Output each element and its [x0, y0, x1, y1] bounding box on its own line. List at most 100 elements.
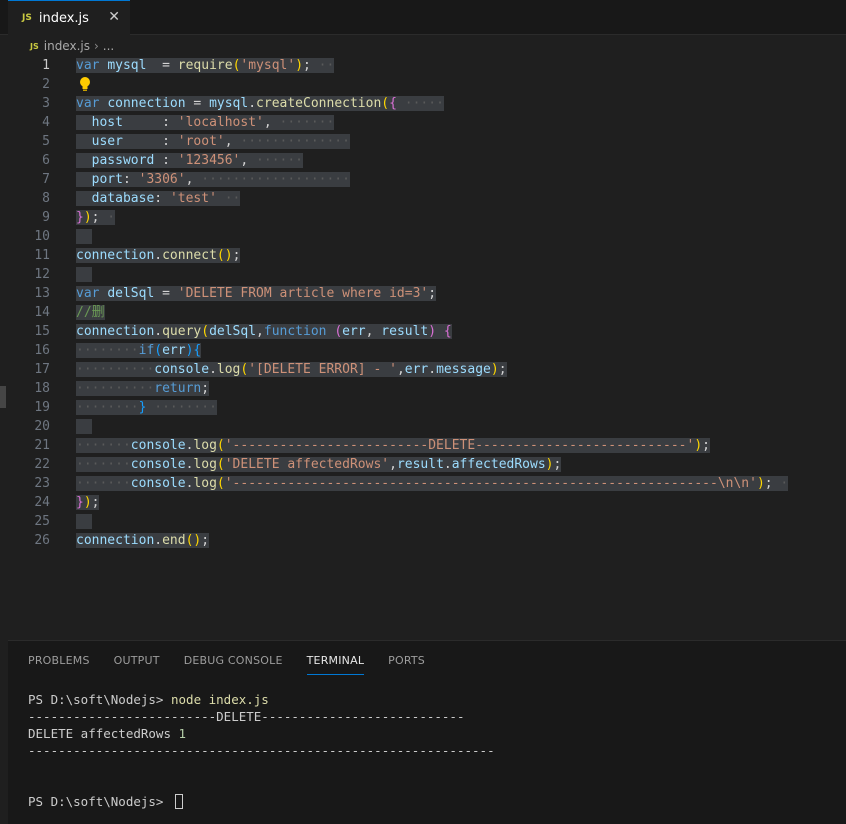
- line-number: 17: [34, 362, 50, 377]
- selection-highlight: var connection = mysql.createConnection(…: [76, 96, 444, 111]
- code-line[interactable]: 23 ·······console.log('------------------…: [8, 474, 846, 493]
- code-text: ········} ········: [76, 398, 217, 417]
- editor-tab-bar: JS index.js ✕: [0, 0, 846, 35]
- selection-highlight: ·······console.log('--------------------…: [76, 476, 789, 491]
- code-text: user : 'root', ··············: [76, 132, 350, 151]
- line-number: 10: [34, 229, 50, 244]
- code-line[interactable]: 13 var delSql = 'DELETE FROM article wher…: [8, 284, 846, 303]
- tab-debug-console[interactable]: DEBUG CONSOLE: [184, 653, 283, 675]
- line-number: 9: [42, 210, 50, 225]
- code-text: ·······console.log('--------------------…: [76, 474, 789, 493]
- chevron-right-icon: ›: [93, 39, 99, 53]
- code-line[interactable]: 17 ··········console.log('[DELETE ERROR] …: [8, 360, 846, 379]
- code-text: [76, 227, 92, 246]
- selection-highlight: ··········return;: [76, 381, 210, 396]
- selection-highlight: ·······console.log('DELETE affectedRows'…: [76, 457, 562, 472]
- code-text: password : '123456', ······: [76, 151, 304, 170]
- javascript-file-icon: JS: [22, 13, 32, 23]
- line-number: 22: [34, 457, 50, 472]
- code-line[interactable]: 11 connection.connect();: [8, 246, 846, 265]
- line-number: 4: [42, 115, 50, 130]
- line-number: 15: [34, 324, 50, 339]
- line-number: 2: [42, 77, 50, 92]
- code-line[interactable]: 1 var mysql = require('mysql'); ··: [8, 56, 846, 75]
- code-text: ··········console.log('[DELETE ERROR] - …: [76, 360, 507, 379]
- code-line[interactable]: 14 //删: [8, 303, 846, 322]
- code-line[interactable]: 8 database: 'test' ··: [8, 189, 846, 208]
- line-number: 5: [42, 134, 50, 149]
- code-text: var delSql = 'DELETE FROM article where …: [76, 284, 437, 303]
- code-text: ·······console.log('DELETE affectedRows'…: [76, 455, 562, 474]
- tab-ports[interactable]: PORTS: [388, 653, 425, 675]
- code-text: port: '3306', ···················: [76, 170, 350, 189]
- selection-highlight: user : 'root', ··············: [76, 134, 350, 149]
- line-number: 11: [34, 248, 50, 263]
- code-line[interactable]: 10: [8, 227, 846, 246]
- code-line[interactable]: 12: [8, 265, 846, 284]
- bottom-panel: PROBLEMS OUTPUT DEBUG CONSOLE TERMINAL PORTS…: [8, 640, 846, 824]
- line-number: 8: [42, 191, 50, 206]
- line-number: 14: [34, 305, 50, 320]
- selection-highlight: });: [76, 495, 100, 510]
- tab-problems[interactable]: PROBLEMS: [28, 653, 90, 675]
- code-text: });: [76, 493, 100, 512]
- code-line[interactable]: 3 var connection = mysql.createConnection…: [8, 94, 846, 113]
- selection-highlight: ·······console.log('--------------------…: [76, 438, 710, 453]
- code-text: [76, 417, 92, 436]
- line-number: 7: [42, 172, 50, 187]
- code-text: var connection = mysql.createConnection(…: [76, 94, 444, 113]
- lightbulb-icon[interactable]: [78, 75, 92, 94]
- code-editor[interactable]: 1 var mysql = require('mysql'); ·· 2 3 var c…: [8, 56, 846, 640]
- code-text: connection.end();: [76, 531, 210, 550]
- code-line[interactable]: 7 port: '3306', ···················: [8, 170, 846, 189]
- code-line[interactable]: 4 host : 'localhost', ·······: [8, 113, 846, 132]
- code-text: connection.query(delSql,function (err, r…: [76, 322, 452, 341]
- code-line[interactable]: 20: [8, 417, 846, 436]
- code-line[interactable]: 5 user : 'root', ··············: [8, 132, 846, 151]
- code-line[interactable]: 16 ········if(err){: [8, 341, 846, 360]
- terminal-cursor: [175, 794, 183, 809]
- code-text: connection.connect();: [76, 246, 241, 265]
- line-number: 16: [34, 343, 50, 358]
- code-line[interactable]: 6 password : '123456', ······: [8, 151, 846, 170]
- code-text: [76, 512, 92, 531]
- breadcrumb-more[interactable]: ...: [103, 39, 114, 53]
- line-number: 1: [42, 58, 50, 73]
- terminal-output[interactable]: PS D:\soft\Nodejs> node index.js -------…: [28, 691, 495, 810]
- selection-highlight: [76, 229, 92, 244]
- selection-highlight: port: '3306', ···················: [76, 172, 350, 187]
- close-icon[interactable]: ✕: [108, 9, 120, 25]
- code-line[interactable]: 2: [8, 75, 846, 94]
- tab-terminal[interactable]: TERMINAL: [306, 653, 365, 675]
- line-number: 26: [34, 533, 50, 548]
- tab-index-js[interactable]: JS index.js ✕: [8, 0, 130, 35]
- code-line[interactable]: 25: [8, 512, 846, 531]
- panel-tab-bar: PROBLEMS OUTPUT DEBUG CONSOLE TERMINAL PORTS: [28, 653, 449, 677]
- code-line[interactable]: 9 }); ·: [8, 208, 846, 227]
- selection-highlight: ········if(err){: [76, 343, 202, 358]
- selection-highlight: [76, 267, 92, 282]
- selection-highlight: connection.connect();: [76, 248, 241, 263]
- code-line[interactable]: 21 ·······console.log('------------------…: [8, 436, 846, 455]
- code-line[interactable]: 19 ········} ········: [8, 398, 846, 417]
- code-line[interactable]: 26 connection.end();: [8, 531, 846, 550]
- code-line[interactable]: 18 ··········return;: [8, 379, 846, 398]
- scroll-indicator: [0, 386, 6, 408]
- code-text: database: 'test' ··: [76, 189, 241, 208]
- code-line[interactable]: 22 ·······console.log('DELETE affectedRow…: [8, 455, 846, 474]
- selection-highlight: host : 'localhost', ·······: [76, 115, 335, 130]
- terminal-number: 1: [178, 726, 187, 741]
- code-text: //删: [76, 303, 105, 322]
- terminal-line: DELETE affectedRows: [28, 726, 179, 741]
- tab-output[interactable]: OUTPUT: [114, 653, 160, 675]
- code-line[interactable]: 24});: [8, 493, 846, 512]
- selection-highlight: var mysql = require('mysql'); ··: [76, 58, 335, 73]
- code-line[interactable]: 15 connection.query(delSql,function (err,…: [8, 322, 846, 341]
- javascript-file-icon: JS: [30, 41, 39, 51]
- selection-highlight: password : '123456', ······: [76, 153, 304, 168]
- breadcrumb-file[interactable]: index.js: [44, 39, 90, 53]
- line-number: 23: [34, 476, 50, 491]
- line-number: 20: [34, 419, 50, 434]
- selection-highlight: database: 'test' ··: [76, 191, 241, 206]
- selection-highlight: }); ·: [76, 210, 116, 225]
